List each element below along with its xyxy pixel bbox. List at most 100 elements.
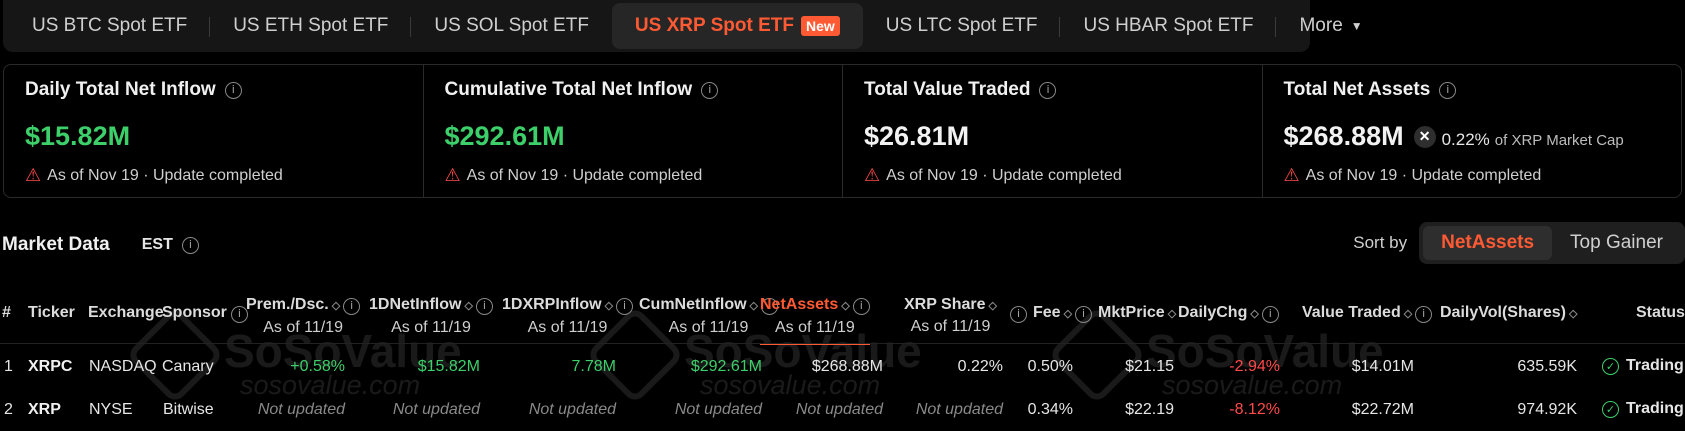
col-1dxrpinflow[interactable]: 1DXRPInflow ◇ i As of 11/19	[502, 296, 634, 337]
stat-status: Update completed	[1411, 166, 1542, 184]
tab-xrp-spot-etf[interactable]: US XRP Spot ETF New	[611, 3, 863, 49]
cell-fee: 0.50%	[1027, 358, 1073, 375]
check-circle-icon: ✓	[1602, 400, 1619, 418]
tab-label: US SOL Spot ETF	[434, 15, 589, 36]
info-icon[interactable]: i	[852, 298, 870, 315]
tab-label: US XRP Spot ETF	[634, 15, 794, 36]
cell-ticker[interactable]: XRPC	[28, 358, 72, 376]
info-icon[interactable]: i	[1415, 306, 1433, 323]
info-icon[interactable]: i	[181, 236, 199, 254]
stat-cumulative-net-inflow: Cumulative Total Net Inflow i $292.61M ⚠ A…	[424, 65, 843, 197]
cell-netassets: $268.88M	[811, 358, 883, 375]
cell-mktprice: $21.15	[1125, 358, 1174, 375]
col-xrp-share[interactable]: XRP Share ◇ As of 11/19	[904, 296, 997, 336]
cell-1dnetinflow: Not updated	[392, 401, 480, 418]
stat-date: As of Nov 19	[1305, 166, 1398, 184]
tab-hbar-spot-etf[interactable]: US HBAR Spot ETF	[1060, 3, 1277, 49]
cell-prem: Not updated	[257, 401, 345, 418]
table-divider	[0, 343, 1685, 344]
col-prem[interactable]: Prem./Dsc. ◇ i As of 11/19	[246, 296, 361, 337]
cell-prem: +0.58%	[290, 358, 345, 375]
stat-total-net-assets: Total Net Assets i $268.88M ✕ 0.22% of XRP M…	[1263, 65, 1682, 197]
cell-num: 1	[4, 358, 13, 375]
sort-icon: ◇	[464, 300, 473, 312]
sort-label: Sort by	[1353, 233, 1408, 252]
market-cap-share: 0.22%	[1441, 130, 1490, 149]
more-dropdown[interactable]: More ▼	[1276, 3, 1385, 49]
sort-icon: ◇	[331, 300, 341, 312]
tab-eth-spot-etf[interactable]: US ETH Spot ETF	[210, 3, 412, 49]
col-mktprice[interactable]: i MktPrice ◇	[1075, 304, 1176, 323]
sort-icon: ◇	[841, 300, 850, 312]
info-icon[interactable]: i	[343, 298, 361, 315]
tab-sol-spot-etf[interactable]: US SOL Spot ETF	[411, 3, 612, 49]
sort-icon: ◇	[1403, 308, 1413, 320]
col-ticker: Ticker	[28, 304, 75, 321]
stat-value: $292.61M	[444, 121, 565, 151]
stat-daily-net-inflow: Daily Total Net Inflow i $15.82M ⚠ As of N…	[4, 65, 424, 197]
tab-btc-spot-etf[interactable]: US BTC Spot ETF	[9, 3, 211, 49]
sort-toggle: NetAssets Top Gainer	[1419, 222, 1685, 264]
new-badge: New	[800, 16, 840, 36]
col-status: Status	[1636, 304, 1685, 321]
col-num: #	[2, 304, 11, 321]
stat-value: $268.88M	[1283, 121, 1404, 151]
sort-icon: ◇	[1167, 308, 1177, 320]
stat-total-value-traded: Total Value Traded i $26.81M ⚠ As of Nov 1…	[843, 65, 1263, 197]
cell-value-traded: $22.72M	[1351, 401, 1414, 418]
col-1dnetinflow[interactable]: 1DNetInflow ◇ i As of 11/19	[369, 296, 493, 337]
sort-option-netassets[interactable]: NetAssets	[1423, 226, 1553, 260]
col-fee[interactable]: i Fee ◇	[1010, 304, 1072, 323]
stat-date: As of Nov 19	[466, 166, 559, 184]
xrp-logo-icon: ✕	[1413, 125, 1436, 148]
col-label: 1DXRPInflow	[502, 296, 602, 313]
col-label: Sponsor	[162, 304, 227, 321]
tab-label: US LTC Spot ETF	[885, 15, 1038, 36]
cell-netassets: Not updated	[795, 401, 883, 418]
col-label: MktPrice	[1098, 304, 1165, 321]
info-icon[interactable]: i	[1039, 81, 1057, 99]
info-icon[interactable]: i	[701, 81, 719, 99]
cell-status: ✓ Trading	[1602, 400, 1684, 418]
cell-cumnetinflow: Not updated	[674, 401, 762, 418]
info-icon[interactable]: i	[1261, 306, 1279, 323]
stat-value: $15.82M	[25, 121, 131, 151]
col-value-traded[interactable]: Value Traded ◇ i	[1302, 304, 1433, 323]
col-label: DailyChg	[1178, 304, 1248, 321]
info-icon[interactable]: i	[1075, 306, 1092, 323]
info-icon[interactable]: i	[1439, 81, 1457, 99]
col-asof: As of 11/19	[527, 319, 608, 336]
col-label: CumNetInflow	[639, 296, 747, 313]
tab-ltc-spot-etf[interactable]: US LTC Spot ETF	[863, 3, 1061, 49]
sort-control: Sort by NetAssets Top Gainer	[1353, 222, 1685, 264]
stat-date: As of Nov 19	[886, 166, 978, 184]
watermark: SoSoValue sosovalue.com	[1047, 305, 1384, 405]
summary-stats: Daily Total Net Inflow i $15.82M ⚠ As of N…	[3, 64, 1682, 198]
cell-mktprice: $22.19	[1125, 401, 1174, 418]
col-dailyvol[interactable]: DailyVol(Shares) ◇	[1440, 304, 1577, 322]
sort-icon: ◇	[988, 300, 997, 312]
col-sponsor[interactable]: Sponsor i	[162, 304, 248, 323]
col-cumnetinflow[interactable]: CumNetInflow ◇ i As of 11/19	[639, 296, 779, 337]
cell-dailychg: -8.12%	[1229, 401, 1280, 418]
section-title: Market Data	[2, 234, 110, 255]
cell-sponsor: Bitwise	[163, 401, 214, 418]
info-icon[interactable]: i	[616, 298, 634, 315]
status-text: Trading	[1626, 400, 1684, 417]
cell-ticker[interactable]: XRP	[28, 401, 61, 419]
info-icon[interactable]: i	[475, 298, 493, 315]
cell-dailyvol: 635.59K	[1517, 358, 1577, 375]
cell-1dxrpinflow: 7.78M	[571, 358, 616, 375]
info-icon[interactable]: i	[1010, 306, 1027, 323]
cell-1dnetinflow: $15.82M	[417, 358, 480, 375]
col-dailychg[interactable]: DailyChg ◇ i	[1178, 304, 1279, 323]
cell-status: ✓ Trading	[1602, 357, 1684, 375]
col-netassets[interactable]: NetAssets ◇ i As of 11/19	[760, 296, 870, 345]
cell-xrp-share: 0.22%	[957, 358, 1003, 375]
cell-1dxrpinflow: Not updated	[528, 401, 616, 418]
sort-option-top-gainer[interactable]: Top Gainer	[1552, 226, 1681, 260]
check-circle-icon: ✓	[1602, 357, 1619, 375]
info-icon[interactable]: i	[224, 81, 242, 99]
cell-fee: 0.34%	[1027, 401, 1073, 418]
market-cap-label: of XRP Market Cap	[1494, 132, 1624, 149]
